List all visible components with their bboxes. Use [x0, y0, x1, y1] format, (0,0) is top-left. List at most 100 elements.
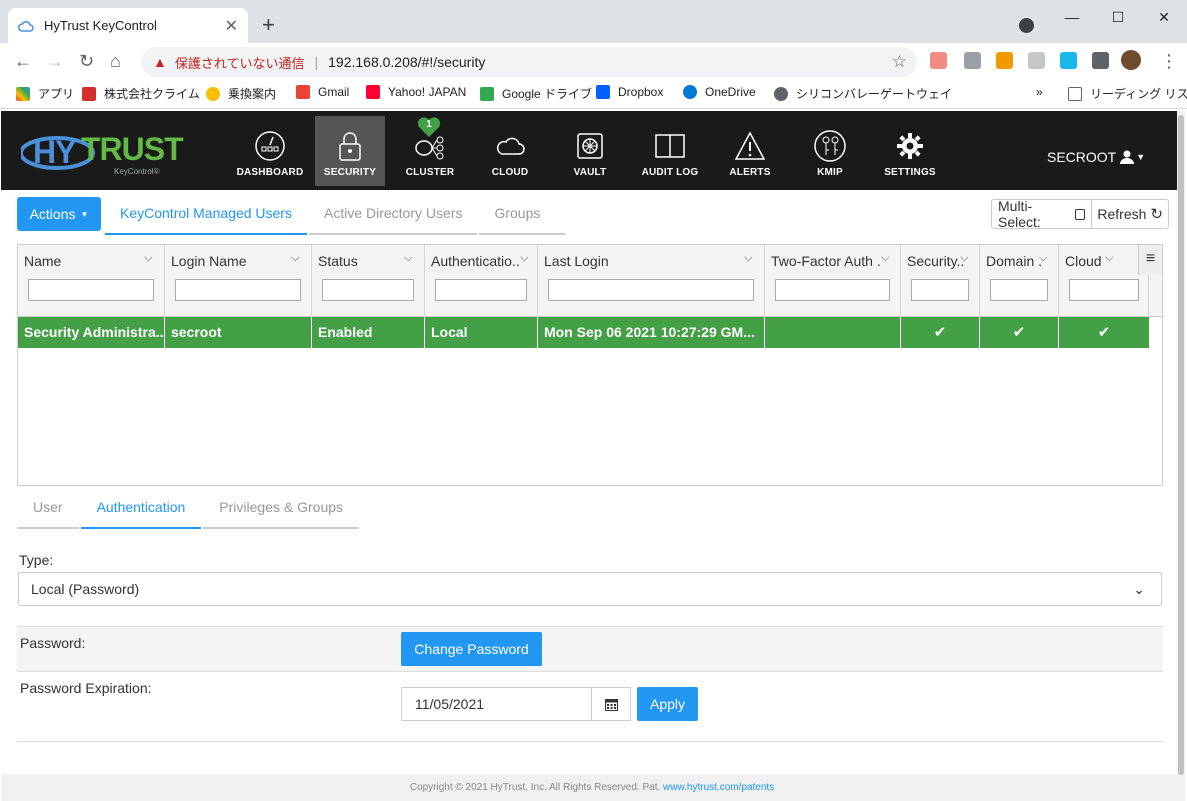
hytrust-logo[interactable]: HY TRUST KeyControl®: [21, 131, 184, 181]
filter-input[interactable]: [28, 279, 154, 301]
apps-icon: [16, 86, 30, 101]
chevron-down-icon[interactable]: ⌵: [744, 252, 752, 265]
tab-authentication[interactable]: Authentication: [80, 491, 202, 529]
extension-icon[interactable]: [964, 52, 981, 69]
extension-icon[interactable]: [930, 52, 947, 69]
kebab-menu-icon[interactable]: ⋮: [1160, 51, 1178, 72]
expiration-date-input[interactable]: 11/05/2021: [401, 687, 592, 721]
nav-settings[interactable]: SETTINGS: [875, 116, 945, 186]
table-row[interactable]: Security Administra... secroot Enabled L…: [18, 317, 1149, 348]
chevron-down-icon[interactable]: ⌵: [1039, 252, 1047, 265]
chevron-down-icon[interactable]: ⌵: [1105, 252, 1113, 265]
chevron-down-icon[interactable]: ⌵: [291, 252, 299, 265]
grid-menu-icon[interactable]: ≡: [1138, 245, 1162, 275]
bookmark-item[interactable]: アプリ: [16, 85, 74, 102]
home-icon[interactable]: ⌂: [110, 51, 121, 72]
scrollbar-thumb[interactable]: [1178, 115, 1184, 775]
minimize-icon[interactable]: —: [1049, 4, 1095, 30]
column-cloud[interactable]: Cloud ⌵: [1059, 245, 1149, 317]
auth-type-select[interactable]: Local (Password) ⌄: [18, 572, 1162, 606]
nav-security[interactable]: SECURITY: [315, 116, 385, 186]
apply-button[interactable]: Apply: [637, 687, 698, 721]
column-last-login[interactable]: Last Login ⌵: [538, 245, 765, 317]
filter-input[interactable]: [990, 279, 1048, 301]
window-close-icon[interactable]: ✕: [1141, 4, 1187, 30]
bookmark-item[interactable]: 乗換案内: [206, 85, 276, 102]
filter-input[interactable]: [775, 279, 890, 301]
chevron-down-icon[interactable]: ⌵: [404, 252, 412, 265]
column-domain[interactable]: Domain ... ⌵: [980, 245, 1059, 317]
bookmark-label: Yahoo! JAPAN: [388, 85, 467, 99]
bookmark-item[interactable]: Yahoo! JAPAN: [366, 85, 466, 99]
filter-input[interactable]: [1069, 279, 1139, 301]
filter-input[interactable]: [175, 279, 301, 301]
chevron-down-icon[interactable]: ⌵: [881, 252, 889, 265]
chevron-down-icon[interactable]: ⌵: [960, 252, 968, 265]
multiselect-toggle[interactable]: Multi-Select:: [992, 198, 1093, 230]
cell-two-factor: [765, 317, 901, 348]
nav-dashboard[interactable]: DASHBOARD: [235, 116, 305, 186]
avatar[interactable]: [1121, 50, 1141, 70]
page-scrollbar[interactable]: [1177, 111, 1185, 801]
filter-input[interactable]: [911, 279, 969, 301]
forward-icon[interactable]: →: [46, 51, 64, 72]
filter-input[interactable]: [548, 279, 754, 301]
column-security[interactable]: Security... ⌵: [901, 245, 980, 317]
yahoo-icon: [366, 85, 380, 99]
puzzle-icon[interactable]: [1092, 52, 1109, 69]
cloud-favicon-icon: [18, 20, 34, 32]
reading-list[interactable]: リーディング リスト: [1068, 85, 1187, 102]
bookmark-label: 乗換案内: [228, 87, 277, 101]
bookmark-item[interactable]: シリコンバレーゲートウェイ: [774, 85, 952, 102]
user-menu[interactable]: SECROOT ▼: [1047, 149, 1145, 165]
nav-cluster[interactable]: 1 CLUSTER: [395, 116, 465, 186]
close-tab-icon[interactable]: ✕: [225, 16, 238, 36]
bookmark-item[interactable]: 株式会社クライム: [82, 85, 200, 102]
nav-alerts[interactable]: ALERTS: [715, 116, 785, 186]
password-expiration-row: Password Expiration: 11/05/2021 Apply: [17, 672, 1163, 742]
tab-active-directory-users[interactable]: Active Directory Users: [308, 197, 478, 235]
column-two-factor-auth[interactable]: Two-Factor Auth ... ⌵: [765, 245, 901, 317]
tab-groups[interactable]: Groups: [479, 197, 566, 235]
column-login-name[interactable]: Login Name ⌵: [165, 245, 312, 317]
extension-icon[interactable]: [996, 52, 1013, 69]
patents-link[interactable]: www.hytrust.com/patents: [663, 782, 774, 793]
nav-label: VAULT: [573, 167, 607, 178]
nav-kmip[interactable]: KMIP: [795, 116, 865, 186]
address-bar[interactable]: ▲ 保護されていない通信 | 192.168.0.208/#!/security…: [141, 47, 917, 77]
nav-audit-log[interactable]: AUDIT LOG: [635, 116, 705, 186]
chevron-down-icon[interactable]: ⌵: [144, 252, 152, 265]
bookmark-item[interactable]: Gmail: [296, 85, 349, 99]
nav-cloud[interactable]: CLOUD: [475, 116, 545, 186]
calendar-button[interactable]: [591, 687, 631, 721]
bookmark-item[interactable]: OneDrive: [683, 85, 756, 99]
refresh-icon: ↻: [1150, 206, 1163, 223]
maximize-icon[interactable]: ☐: [1095, 4, 1141, 30]
new-tab-icon[interactable]: +: [262, 12, 275, 38]
actions-button[interactable]: Actions ▼: [17, 197, 101, 231]
filter-input[interactable]: [435, 279, 527, 301]
tab-keycontrol-managed-users[interactable]: KeyControl Managed Users: [105, 197, 307, 235]
logo-trust: TRUST: [81, 131, 184, 167]
bookmark-star-icon[interactable]: ☆: [892, 52, 907, 72]
bookmark-item[interactable]: Google ドライブ: [480, 85, 592, 102]
nav-vault[interactable]: VAULT: [555, 116, 625, 186]
column-status[interactable]: Status ⌵: [312, 245, 425, 317]
back-icon[interactable]: ←: [14, 51, 32, 72]
refresh-button[interactable]: Refresh ↻: [1092, 205, 1168, 223]
tab-search-icon[interactable]: [1019, 18, 1034, 33]
more-bookmarks[interactable]: »: [1036, 85, 1043, 99]
bookmark-item[interactable]: Dropbox: [596, 85, 663, 99]
extension-icon[interactable]: [1028, 52, 1045, 69]
column-authentication[interactable]: Authenticatio... ⌵: [425, 245, 538, 317]
tab-privileges-groups[interactable]: Privileges & Groups: [203, 491, 360, 529]
browser-tab[interactable]: HyTrust KeyControl ✕: [8, 8, 248, 43]
reload-icon[interactable]: ↻: [79, 51, 94, 72]
tab-user[interactable]: User: [17, 491, 79, 529]
multiselect-checkbox[interactable]: [1074, 208, 1086, 220]
column-name[interactable]: Name ⌵: [18, 245, 165, 317]
vimeo-extension-icon[interactable]: [1060, 52, 1077, 69]
chevron-down-icon[interactable]: ⌵: [520, 252, 528, 265]
change-password-button[interactable]: Change Password: [401, 632, 542, 666]
filter-input[interactable]: [322, 279, 414, 301]
